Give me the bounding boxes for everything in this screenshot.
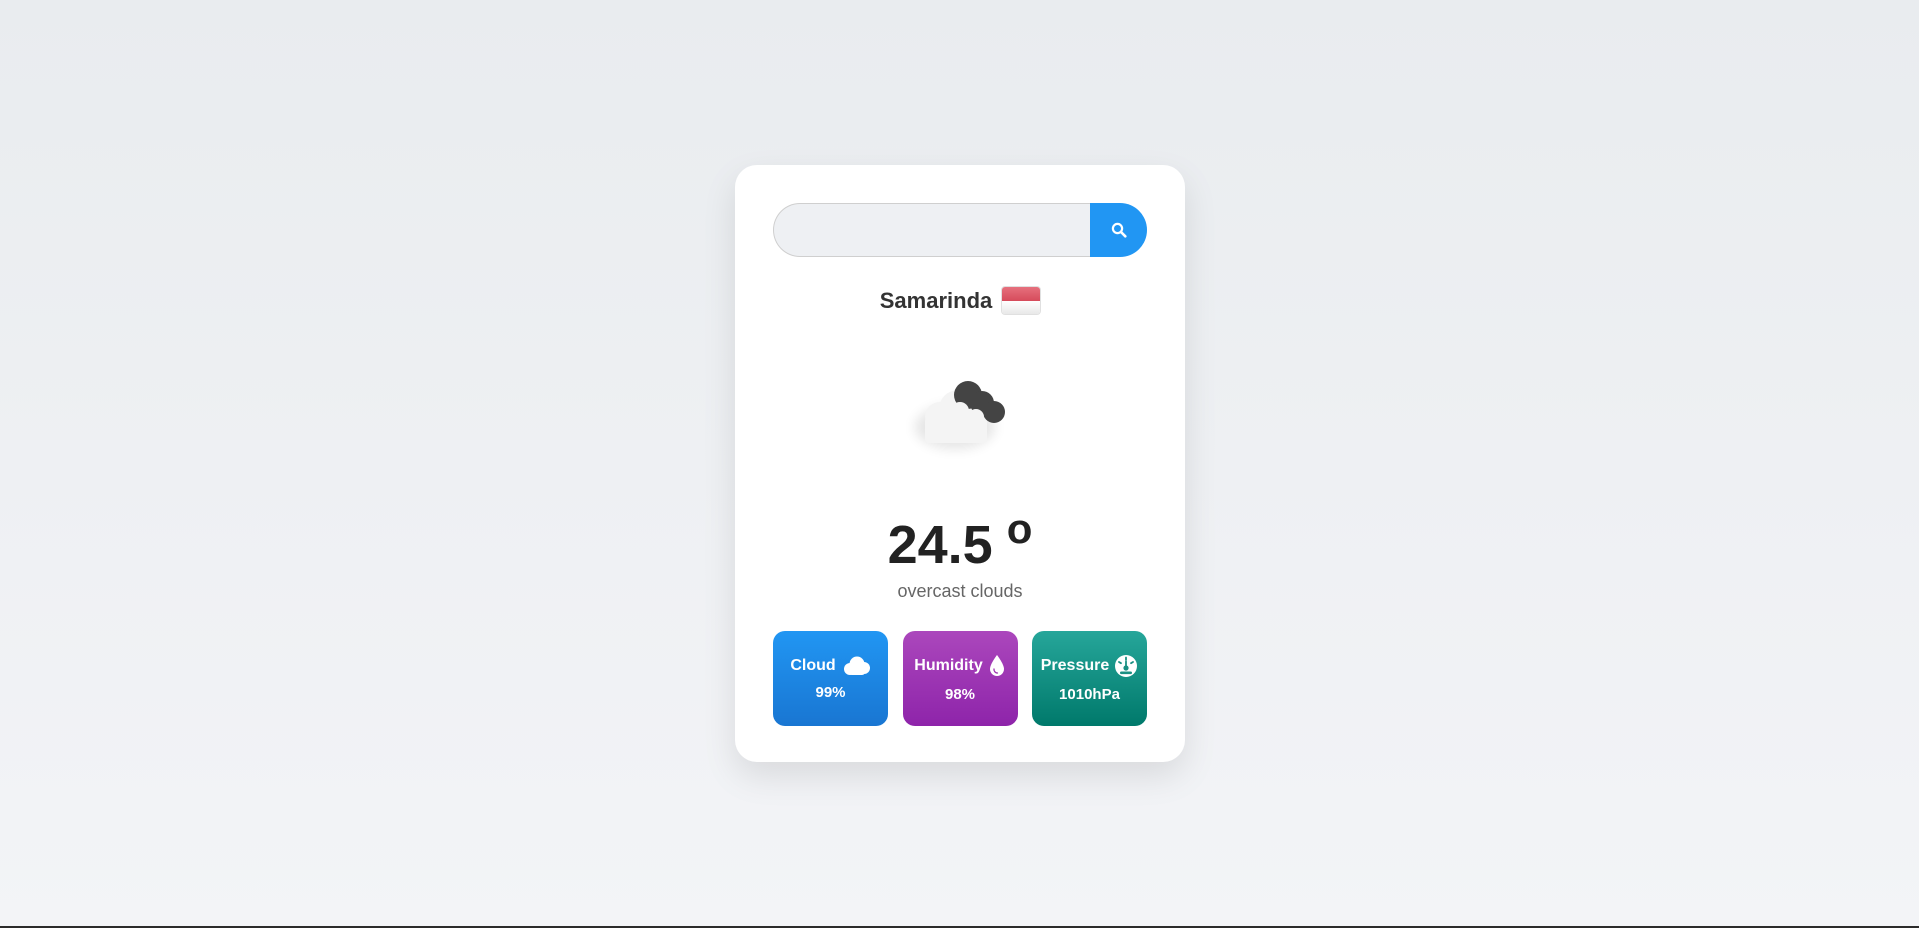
humidity-stat-card: Humidity 98% bbox=[902, 631, 1018, 726]
indonesia-flag-icon bbox=[1002, 287, 1041, 314]
degree-symbol: o bbox=[1006, 505, 1033, 552]
water-drop-icon bbox=[989, 655, 1004, 676]
weather-card: Samarinda 24.5 o overcast clouds Cloud 9… bbox=[735, 165, 1185, 762]
pressure-stat-label: Pressure bbox=[1040, 657, 1110, 674]
search-bar bbox=[773, 203, 1147, 257]
humidity-stat-value: 98% bbox=[944, 686, 976, 703]
stats-row: Cloud 99% Humidity 98% Pressure 1010hPa bbox=[773, 631, 1147, 726]
cloud-stat-value: 99% bbox=[815, 684, 846, 701]
overcast-clouds-icon bbox=[900, 365, 1020, 460]
search-button[interactable] bbox=[1090, 203, 1147, 257]
location-row: Samarinda bbox=[735, 287, 1185, 314]
humidity-stat-label: Humidity bbox=[914, 657, 983, 674]
cloud-stat-label: Cloud bbox=[790, 657, 836, 674]
cloud-icon bbox=[843, 656, 870, 675]
temperature: 24.5 o bbox=[735, 505, 1185, 576]
search-input[interactable] bbox=[773, 203, 1090, 257]
pressure-stat-card: Pressure 1010hPa bbox=[1032, 631, 1147, 726]
city-name: Samarinda bbox=[879, 287, 993, 313]
gauge-icon bbox=[1115, 655, 1138, 677]
cloud-stat-card: Cloud 99% bbox=[773, 631, 888, 726]
temperature-value: 24.5 bbox=[887, 515, 993, 575]
search-icon bbox=[1111, 222, 1127, 238]
pressure-stat-value: 1010hPa bbox=[1059, 686, 1120, 703]
weather-description: overcast clouds bbox=[897, 581, 1023, 601]
